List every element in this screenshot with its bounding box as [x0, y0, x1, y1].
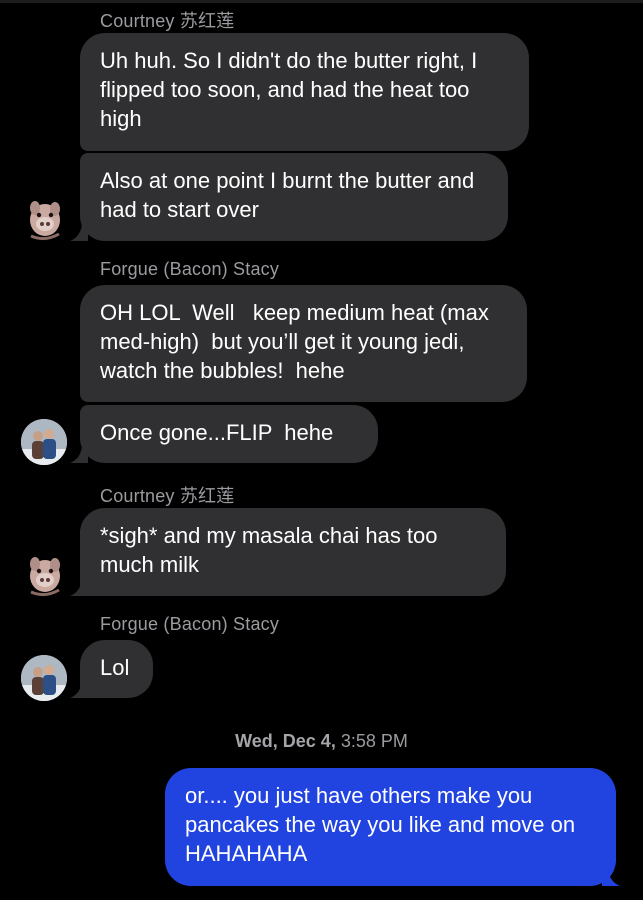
incoming-message-bubble[interactable]: Uh huh. So I didn't do the butter right,… — [80, 33, 529, 151]
outgoing-message-bubble[interactable]: or.... you just have others make you pan… — [165, 768, 616, 886]
avatar-stacy[interactable] — [21, 419, 67, 465]
avatar-stacy[interactable] — [21, 655, 67, 701]
incoming-message-bubble[interactable]: OH LOL Well keep medium heat (max med-hi… — [80, 285, 527, 402]
incoming-message-bubble[interactable]: *sigh* and my masala chai has too much m… — [80, 508, 506, 596]
top-divider — [0, 0, 643, 3]
pig-avatar-icon — [30, 557, 60, 597]
sender-name-stacy: Forgue (Bacon) Stacy — [100, 259, 280, 279]
incoming-message-bubble[interactable]: Once gone...FLIP hehe — [80, 405, 378, 463]
incoming-message-bubble[interactable]: Also at one point I burnt the butter and… — [80, 153, 508, 241]
sender-name-courtney: Courtney 苏红莲 — [100, 11, 235, 31]
bubble-tail-icon — [602, 870, 620, 886]
conversation-timestamp: Wed, Dec 4, 3:58 PM — [0, 731, 643, 752]
sender-name-courtney: Courtney 苏红莲 — [100, 486, 235, 506]
bubble-tail-icon — [70, 682, 88, 698]
timestamp-day: Wed, Dec 4, — [235, 731, 336, 751]
bubble-tail-icon — [70, 447, 88, 463]
sender-name-stacy: Forgue (Bacon) Stacy — [100, 614, 280, 634]
incoming-message-bubble[interactable]: Lol — [80, 640, 153, 698]
bubble-tail-icon — [70, 580, 88, 596]
bubble-tail-icon — [70, 225, 88, 241]
timestamp-time: 3:58 PM — [340, 731, 408, 751]
couple-photo-avatar-icon — [21, 419, 67, 465]
pig-avatar-icon — [30, 201, 60, 241]
couple-photo-avatar-icon — [21, 655, 67, 701]
avatar-courtney[interactable] — [21, 552, 67, 598]
avatar-courtney[interactable] — [21, 196, 67, 242]
